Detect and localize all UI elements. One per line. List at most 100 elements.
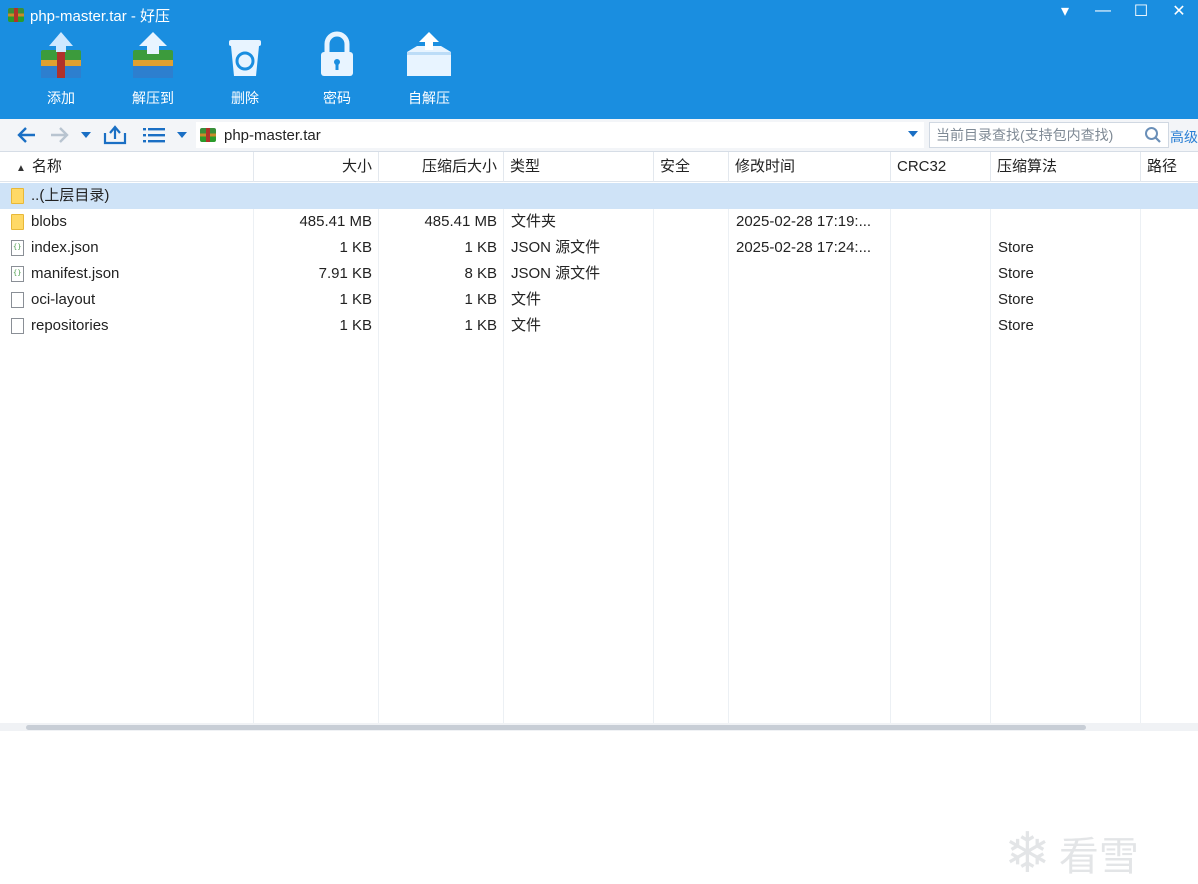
path-dropdown-icon[interactable] [908, 131, 918, 137]
file-row[interactable]: blobs 485.41 MB 485.41 MB 文件夹 2025-02-28 17:… [0, 209, 1198, 235]
col-header-crc32[interactable]: CRC32 [890, 152, 990, 182]
maximize-button[interactable]: ☐ [1122, 1, 1160, 21]
cell-method: Store [998, 317, 1034, 334]
view-mode-button[interactable] [140, 123, 168, 147]
cell-size [253, 183, 372, 209]
lock-icon [321, 31, 353, 76]
col-header-packed-size[interactable]: 压缩后大小 [378, 152, 503, 182]
col-header-path[interactable]: 路径 [1140, 152, 1198, 182]
self-extract-label: 自解压 [408, 90, 450, 106]
col-header-security[interactable]: 安全 [653, 152, 728, 182]
col-header-type[interactable]: 类型 [503, 152, 653, 182]
folder-up-icon [103, 125, 127, 145]
app-archive-icon [8, 8, 24, 22]
watermark-text: 看雪 [1058, 834, 1139, 880]
cell-type: 文件夹 [511, 213, 557, 230]
address-bar: php-master.tar 高级 [0, 119, 1198, 152]
folder-icon [11, 214, 24, 230]
back-button[interactable] [14, 123, 40, 147]
json-file-icon [11, 266, 24, 282]
window-title-area: php-master.tar - 好压 [8, 4, 170, 26]
add-button[interactable]: 添加 [30, 30, 92, 108]
cell-crc32 [898, 209, 988, 235]
cell-size: 1 KB [339, 239, 372, 256]
cell-security [661, 313, 726, 339]
title-toolbar-area: php-master.tar - 好压 ▾ — ☐ ✕ 添加 解压到 删除 密码… [0, 0, 1198, 119]
cell-size: 1 KB [339, 317, 372, 334]
extract-archive-icon [133, 32, 173, 78]
extract-label: 解压到 [132, 90, 174, 106]
cell-modified [736, 313, 886, 339]
file-row[interactable]: oci-layout 1 KB 1 KB 文件 Store [0, 287, 1198, 313]
search-icon[interactable] [1144, 126, 1162, 144]
window-controls: ▾ — ☐ ✕ [1046, 0, 1198, 22]
cell-name: ..(上层目录) [31, 187, 110, 204]
caret-down-icon [177, 132, 187, 138]
cell-crc32 [898, 287, 988, 313]
menu-dropdown-button[interactable]: ▾ [1046, 1, 1084, 21]
json-file-icon [11, 240, 24, 256]
file-row[interactable]: manifest.json 7.91 KB 8 KB JSON 源文件 Store [0, 261, 1198, 287]
cell-security [661, 209, 726, 235]
column-header-row: ▲ 名称 大小 压缩后大小 类型 安全 修改时间 CRC32 压缩算法 路径 [0, 152, 1198, 182]
minimize-button[interactable]: — [1084, 2, 1122, 20]
file-icon [11, 318, 24, 334]
delete-label: 删除 [231, 90, 259, 106]
cell-type [511, 183, 651, 209]
arrow-left-icon [17, 127, 35, 143]
cell-name: repositories [31, 317, 109, 334]
cell-packed-size [378, 183, 497, 209]
path-field[interactable]: php-master.tar [196, 122, 924, 148]
password-button[interactable]: 密码 [306, 30, 368, 108]
archive-file-icon [200, 128, 216, 142]
recycle-bin-icon [229, 40, 261, 76]
history-dropdown[interactable] [78, 123, 94, 147]
cell-method [998, 209, 1138, 235]
col-header-modified[interactable]: 修改时间 [728, 152, 890, 182]
path-text: php-master.tar [224, 126, 321, 144]
watermark: ❄ 看雪 [1004, 823, 1139, 883]
cell-type: JSON 源文件 [511, 265, 601, 282]
search-box [929, 122, 1169, 148]
cell-security [661, 183, 726, 209]
cell-method: Store [998, 265, 1034, 282]
horizontal-scrollbar[interactable] [0, 723, 1198, 731]
col-name-label: 名称 [31, 158, 62, 175]
cell-crc32 [898, 313, 988, 339]
arrow-right-icon [51, 127, 69, 143]
scrollbar-thumb[interactable] [26, 725, 1086, 730]
forward-button[interactable] [46, 123, 72, 147]
file-row[interactable]: repositories 1 KB 1 KB 文件 Store [0, 313, 1198, 339]
cell-modified: 2025-02-28 17:24:... [736, 239, 872, 256]
cell-size: 1 KB [339, 291, 372, 308]
view-mode-dropdown[interactable] [174, 123, 190, 147]
close-button[interactable]: ✕ [1160, 1, 1198, 21]
cell-crc32 [898, 183, 988, 209]
cell-packed-size: 1 KB [464, 291, 497, 308]
extract-to-button[interactable]: 解压到 [122, 30, 184, 108]
cell-method: Store [998, 291, 1034, 308]
self-extract-button[interactable]: 自解压 [398, 30, 460, 108]
caret-down-icon [81, 132, 91, 138]
cell-size: 7.91 KB [318, 265, 372, 282]
cell-type: 文件 [511, 291, 542, 308]
parent-directory-row[interactable]: ..(上层目录) [0, 183, 1198, 209]
col-header-method[interactable]: 压缩算法 [990, 152, 1140, 182]
up-level-button[interactable] [100, 123, 130, 147]
cell-type: 文件 [511, 317, 542, 334]
col-header-name[interactable]: ▲ 名称 [0, 152, 253, 182]
cell-method: Store [998, 239, 1034, 256]
file-row[interactable]: index.json 1 KB 1 KB JSON 源文件 2025-02-28 17:… [0, 235, 1198, 261]
delete-button[interactable]: 删除 [214, 30, 276, 108]
search-input[interactable] [930, 124, 1144, 146]
cell-packed-size: 1 KB [464, 317, 497, 334]
cell-name: blobs [31, 213, 67, 230]
window-title: php-master.tar - 好压 [30, 7, 171, 25]
cell-modified [736, 287, 886, 313]
cell-name: oci-layout [31, 291, 96, 308]
add-archive-icon [41, 32, 81, 78]
advanced-search-link[interactable]: 高级 [1170, 127, 1198, 147]
folder-icon [11, 188, 24, 204]
col-header-size[interactable]: 大小 [253, 152, 378, 182]
snowflake-logo-icon: ❄ [1004, 821, 1051, 884]
